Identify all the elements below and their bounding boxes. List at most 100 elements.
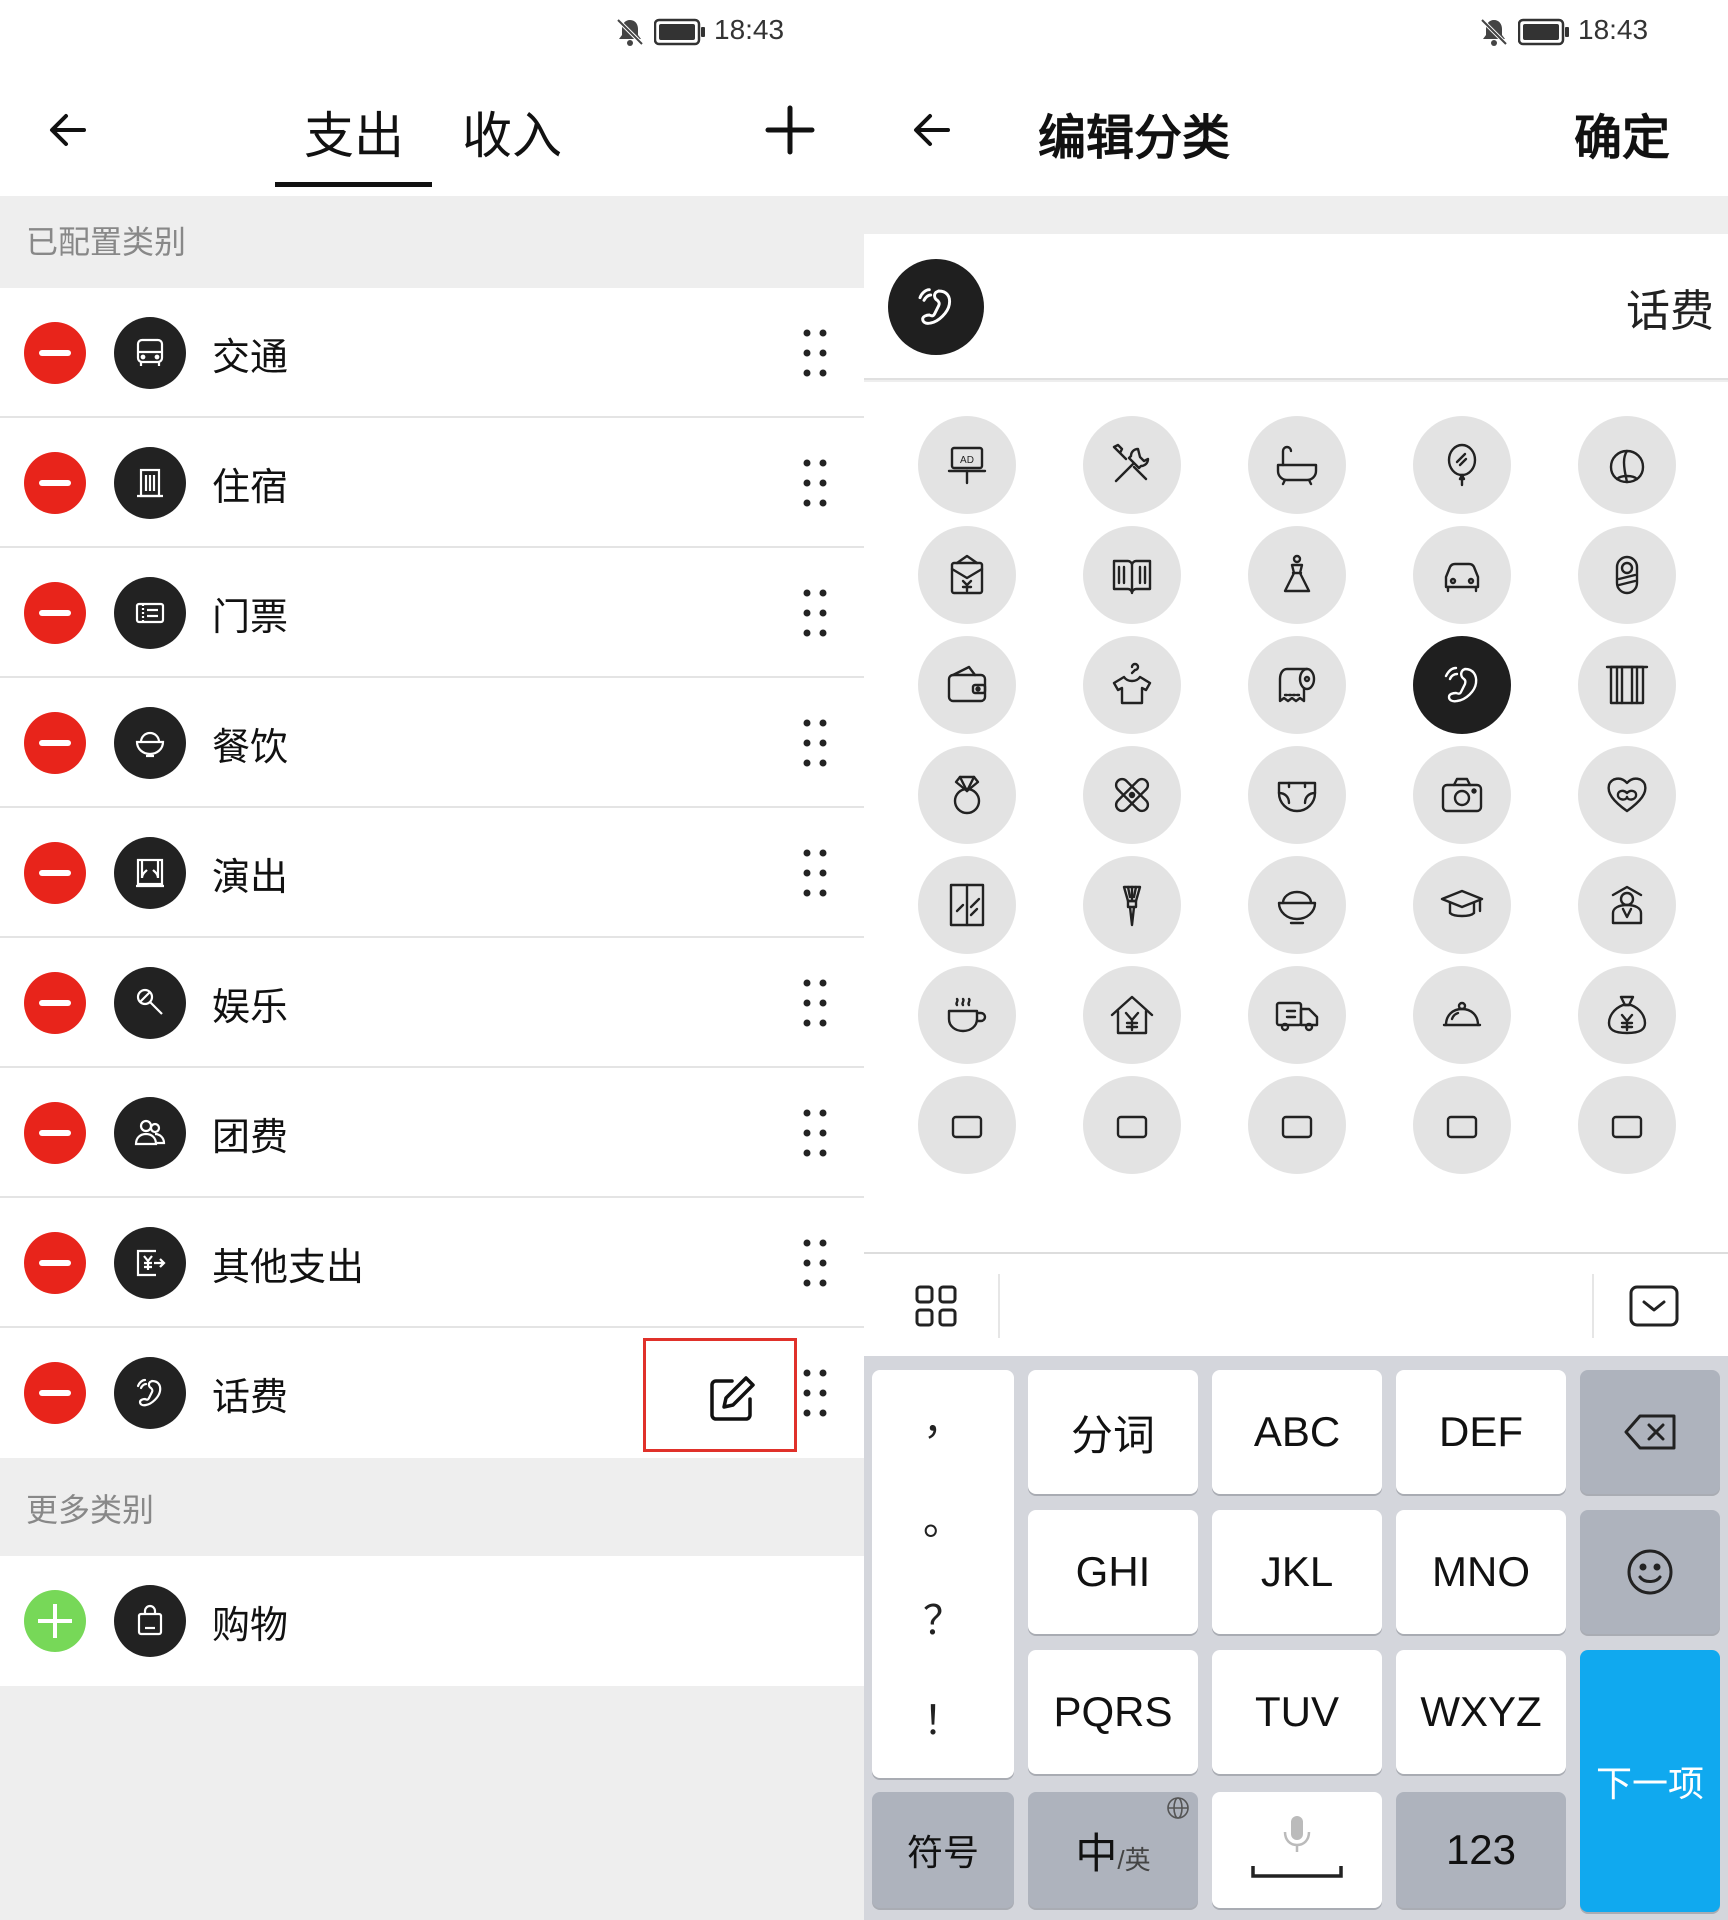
icon-option-peach[interactable] [1578, 416, 1676, 514]
icon-option-more[interactable] [918, 1076, 1016, 1174]
remove-button[interactable] [24, 972, 86, 1034]
icon-option-camera[interactable] [1413, 746, 1511, 844]
confirm-button[interactable]: 确定 [1574, 98, 1670, 168]
more-icon [951, 1115, 983, 1139]
drag-handle-icon[interactable] [802, 978, 828, 1028]
drag-handle-icon[interactable] [802, 718, 828, 768]
key-wxyz[interactable]: WXYZ [1396, 1650, 1566, 1774]
back-arrow-icon[interactable] [44, 106, 92, 154]
key-jkl[interactable]: JKL [1212, 1510, 1382, 1634]
building-icon [114, 447, 186, 519]
icon-option-window[interactable] [918, 856, 1016, 954]
icon-option-tools[interactable] [1083, 416, 1181, 514]
remove-button[interactable] [24, 1232, 86, 1294]
icon-option-ad-board[interactable]: AD [918, 416, 1016, 514]
icon-option-diaper[interactable] [1248, 746, 1346, 844]
key-ghi[interactable]: GHI [1028, 1510, 1198, 1634]
remove-button[interactable] [24, 842, 86, 904]
icon-option-red-envelope[interactable] [918, 526, 1016, 624]
language-switch-key[interactable]: 中/英 [1028, 1792, 1198, 1908]
icon-option-car[interactable] [1413, 526, 1511, 624]
remove-button[interactable] [24, 712, 86, 774]
period-key[interactable]: 。 [872, 1488, 1014, 1546]
category-name-input[interactable] [1024, 234, 1714, 380]
key-tuv[interactable]: TUV [1212, 1650, 1382, 1774]
icon-option-heart[interactable] [1578, 746, 1676, 844]
drag-handle-icon[interactable] [802, 328, 828, 378]
edit-button[interactable] [643, 1338, 797, 1452]
category-label: 餐饮 [212, 725, 289, 769]
list-item: 娱乐 [0, 938, 864, 1068]
icon-picker-grid: AD [864, 382, 1728, 1252]
remove-button[interactable] [24, 1362, 86, 1424]
status-bar: 18:43 [0, 0, 864, 64]
more-icon [1116, 1115, 1148, 1139]
icon-option-dress[interactable] [1248, 526, 1346, 624]
drag-handle-icon[interactable] [802, 1238, 828, 1288]
space-voice-key[interactable] [1212, 1792, 1382, 1908]
icon-option-curtain[interactable] [1578, 636, 1676, 734]
list-item: 餐饮 [0, 678, 864, 808]
icon-option-more[interactable] [1248, 1076, 1346, 1174]
tab-expense[interactable]: 支出 [304, 96, 404, 168]
bus-icon [114, 317, 186, 389]
icon-option-more[interactable] [1578, 1076, 1676, 1174]
number-key[interactable]: 123 [1396, 1792, 1566, 1908]
key-def[interactable]: DEF [1396, 1370, 1566, 1494]
category-label: 住宿 [212, 465, 289, 509]
icon-option-phone[interactable] [1413, 636, 1511, 734]
tab-income[interactable]: 收入 [462, 96, 562, 168]
exclamation-key[interactable]: ！ [872, 1688, 1014, 1746]
key-segment[interactable]: 分词 [1028, 1370, 1198, 1494]
icon-option-house-yen[interactable] [1083, 966, 1181, 1064]
icon-option-book[interactable] [1083, 526, 1181, 624]
icon-option-bowl[interactable] [1248, 856, 1346, 954]
add-button[interactable] [24, 1590, 86, 1652]
icon-option-bandage[interactable] [1083, 746, 1181, 844]
icon-option-ring[interactable] [918, 746, 1016, 844]
icon-option-brush[interactable] [1083, 856, 1181, 954]
key-abc[interactable]: ABC [1212, 1370, 1382, 1494]
icon-option-wallet[interactable] [918, 636, 1016, 734]
icon-option-baby[interactable] [1578, 526, 1676, 624]
drag-handle-icon[interactable] [802, 588, 828, 638]
icon-option-bathtub[interactable] [1248, 416, 1346, 514]
symbols-key[interactable]: 符号 [872, 1792, 1014, 1908]
add-category-icon[interactable] [764, 104, 816, 156]
icon-option-money-bag[interactable] [1578, 966, 1676, 1064]
icon-option-graduation-cap[interactable] [1413, 856, 1511, 954]
keyboard-menu-icon[interactable] [914, 1284, 958, 1328]
key-mno[interactable]: MNO [1396, 1510, 1566, 1634]
question-key[interactable]: ？ [872, 1588, 1014, 1646]
icon-option-more[interactable] [1413, 1076, 1511, 1174]
back-arrow-icon[interactable] [908, 106, 956, 154]
icon-option-paper-roll[interactable] [1248, 636, 1346, 734]
icon-option-coffee-cup[interactable] [918, 966, 1016, 1064]
graduation-cap-icon [1440, 889, 1484, 918]
category-manager-screen: 18:43 支出 收入 已配置类别 交通 住宿 门票 餐饮 演出 娱乐 团费 其… [0, 0, 864, 1920]
key-pqrs[interactable]: PQRS [1028, 1650, 1198, 1774]
icon-option-truck[interactable] [1248, 966, 1346, 1064]
icon-option-elder[interactable] [1578, 856, 1676, 954]
emoji-button[interactable] [1580, 1510, 1720, 1634]
drag-handle-icon[interactable] [802, 458, 828, 508]
punctuation-column[interactable]: ， 。 ？ ！ [872, 1370, 1014, 1778]
truck-icon [1275, 1001, 1319, 1032]
remove-button[interactable] [24, 1102, 86, 1164]
icon-option-food-cloche[interactable] [1413, 966, 1511, 1064]
drag-handle-icon[interactable] [802, 1368, 828, 1418]
remove-button[interactable] [24, 452, 86, 514]
icon-option-balloon[interactable] [1413, 416, 1511, 514]
comma-key[interactable]: ， [872, 1388, 1014, 1446]
backspace-button[interactable] [1580, 1370, 1720, 1494]
drag-handle-icon[interactable] [802, 848, 828, 898]
next-field-button[interactable]: 下一项 [1580, 1650, 1720, 1912]
remove-button[interactable] [24, 582, 86, 644]
configured-section-label: 已配置类别 [0, 196, 864, 288]
icon-option-more[interactable] [1083, 1076, 1181, 1174]
hide-keyboard-icon[interactable] [1628, 1284, 1680, 1328]
drag-handle-icon[interactable] [802, 1108, 828, 1158]
remove-button[interactable] [24, 322, 86, 384]
icon-option-shirt-hanger[interactable] [1083, 636, 1181, 734]
bathtub-icon [1276, 445, 1318, 486]
